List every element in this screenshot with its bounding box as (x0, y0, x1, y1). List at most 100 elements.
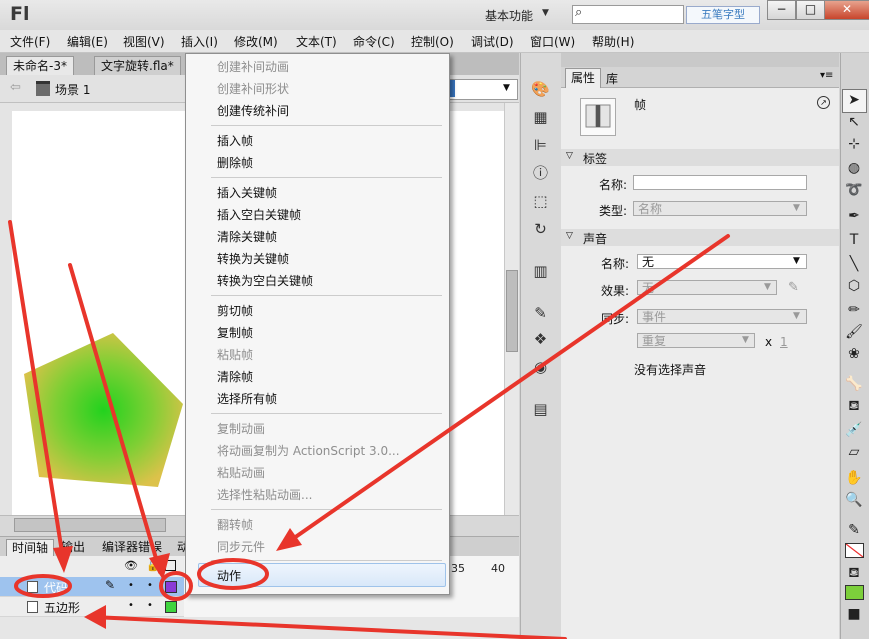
edit-pencil-icon[interactable]: ✎ (788, 280, 799, 295)
project-folder-icon[interactable]: ▤ (531, 400, 550, 419)
free-transform-tool-icon[interactable]: ⊹ (844, 134, 864, 154)
info-icon[interactable]: ⓘ (531, 164, 550, 183)
menu-item-remove-frames[interactable]: 删除帧 (217, 154, 253, 171)
tab-document-text-rotate[interactable]: 文字旋转.fla* (94, 56, 181, 76)
tab-document-untitled[interactable]: 未命名-3* (6, 56, 74, 76)
outline-icon[interactable] (165, 560, 176, 571)
brush-tool-icon[interactable]: 🖌 (844, 322, 864, 342)
help-search-input[interactable] (572, 5, 684, 24)
chevron-down-icon[interactable]: ▼ (503, 83, 510, 93)
visibility-dot[interactable]: • (128, 580, 134, 591)
back-arrow-icon[interactable]: ⇦ (10, 80, 21, 95)
layer-color-swatch[interactable] (165, 601, 177, 613)
color-palette-icon[interactable]: 🎨 (531, 80, 550, 99)
layer-row[interactable]: 五边形 • • (0, 597, 184, 616)
lasso-tool-icon[interactable]: ➰ (844, 180, 864, 200)
help-icon[interactable]: ↗ (817, 96, 830, 109)
layer-row[interactable]: 代码 ✎ • • (0, 577, 184, 596)
chevron-down-icon[interactable]: ▽ (566, 151, 573, 161)
label-type-select[interactable]: 名称 (633, 201, 807, 216)
sound-name-select[interactable]: 无 (637, 254, 807, 269)
line-tool-icon[interactable]: ╲ (844, 254, 864, 274)
library-icon[interactable]: ▥ (531, 262, 550, 281)
stage-horizontal-scroll-thumb[interactable] (14, 518, 166, 532)
subselection-tool-icon[interactable]: ↖ (844, 112, 864, 132)
layer-color-swatch[interactable] (165, 581, 177, 593)
menu-item-insert-keyframe[interactable]: 插入关键帧 (217, 184, 277, 201)
zoom-tool-icon[interactable]: 🔍 (844, 490, 864, 510)
pen-tool-icon[interactable]: ✒ (844, 206, 864, 226)
menu-item-actions[interactable]: 动作 (217, 567, 241, 584)
tab-properties[interactable]: 属性 (565, 68, 602, 88)
visibility-dot[interactable]: • (128, 600, 134, 611)
frame-name-input[interactable] (633, 175, 807, 190)
workspace-switcher[interactable]: 基本功能 (485, 7, 533, 24)
layer-name[interactable]: 代码 (44, 579, 68, 596)
chevron-down-icon[interactable]: ▼ (793, 256, 800, 266)
paint-bucket-tool-icon[interactable]: ⛾ (844, 396, 864, 416)
menu-item-copy-frames[interactable]: 复制帧 (217, 324, 253, 341)
menu-item-create-classic-tween[interactable]: 创建传统补间 (217, 102, 289, 119)
menu-item-clear-frames[interactable]: 清除帧 (217, 368, 253, 385)
tab-compiler-errors[interactable]: 编译器错误 (97, 539, 167, 557)
stroke-color-swatch[interactable] (845, 543, 864, 558)
selection-tool-icon[interactable]: ➤ (844, 90, 864, 110)
menu-text[interactable]: 文本(T) (296, 33, 337, 50)
menu-item-select-all-frames[interactable]: 选择所有帧 (217, 390, 277, 407)
lock-dot[interactable]: • (147, 600, 153, 611)
tab-library[interactable]: 库 (606, 70, 618, 87)
swap-colors-icon[interactable]: ■ (844, 604, 864, 624)
align-icon[interactable]: ⊫ (531, 136, 550, 155)
eraser-tool-icon[interactable]: ▱ (844, 442, 864, 462)
text-tool-icon[interactable]: T (844, 230, 864, 250)
menu-debug[interactable]: 调试(D) (471, 33, 514, 50)
eye-icon[interactable]: 👁 (124, 559, 138, 572)
menu-item-convert-to-blank-keyframe[interactable]: 转换为空白关键帧 (217, 272, 313, 289)
pencil-tool-icon[interactable]: ✏ (844, 300, 864, 320)
history-icon[interactable]: ↻ (531, 220, 550, 239)
menu-view[interactable]: 视图(V) (123, 33, 165, 50)
menu-modify[interactable]: 修改(M) (234, 33, 278, 50)
repeat-count-value[interactable]: 1 (780, 335, 788, 349)
menu-item-insert-blank-keyframe[interactable]: 插入空白关键帧 (217, 206, 301, 223)
sync-select[interactable]: 事件 (637, 309, 807, 324)
menu-item-insert-frame[interactable]: 插入帧 (217, 132, 253, 149)
menu-window[interactable]: 窗口(W) (530, 33, 575, 50)
lock-icon[interactable]: 🔒 (146, 559, 160, 572)
deco-tool-icon[interactable]: ❀ (844, 344, 864, 364)
menu-help[interactable]: 帮助(H) (592, 33, 634, 50)
stage-vertical-scroll-thumb[interactable] (506, 270, 518, 352)
fill-color-icon[interactable]: ⛾ (844, 563, 864, 583)
menu-control[interactable]: 控制(O) (411, 33, 454, 50)
chevron-down-icon[interactable]: ▼ (542, 8, 549, 18)
tab-output[interactable]: 输出 (56, 539, 90, 557)
swatches-grid-icon[interactable]: ▦ (531, 108, 550, 127)
effect-select[interactable]: 无 (637, 280, 777, 295)
stroke-color-icon[interactable]: ✎ (844, 520, 864, 540)
menu-item-cut-frames[interactable]: 剪切帧 (217, 302, 253, 319)
minimize-button[interactable]: − (767, 0, 796, 20)
components-icon[interactable]: ❖ (531, 330, 550, 349)
layer-name[interactable]: 五边形 (44, 599, 80, 616)
code-snippets-icon[interactable]: ✎ (531, 304, 550, 323)
menu-edit[interactable]: 编辑(E) (67, 33, 108, 50)
menu-file[interactable]: 文件(F) (10, 33, 50, 50)
fill-color-swatch[interactable] (845, 585, 864, 600)
menu-item-convert-to-keyframe[interactable]: 转换为关键帧 (217, 250, 289, 267)
close-button[interactable]: ✕ (824, 0, 869, 20)
repeat-select[interactable]: 重复 (637, 333, 755, 348)
bone-tool-icon[interactable]: 🦴 (844, 374, 864, 394)
eyedropper-tool-icon[interactable]: 💉 (844, 420, 864, 440)
menu-commands[interactable]: 命令(C) (353, 33, 395, 50)
chevron-down-icon[interactable]: ▽ (566, 231, 573, 241)
panel-menu-icon[interactable]: ▾≡ (820, 70, 833, 81)
3d-rotation-tool-icon[interactable]: ◍ (844, 158, 864, 178)
lock-dot[interactable]: • (147, 580, 153, 591)
polygon-tool-icon[interactable]: ⬡ (844, 276, 864, 296)
motion-presets-icon[interactable]: ◉ (531, 358, 550, 377)
transform-icon[interactable]: ⬚ (531, 192, 550, 211)
menu-item-clear-keyframe[interactable]: 清除关键帧 (217, 228, 277, 245)
menu-insert[interactable]: 插入(I) (181, 33, 218, 50)
maximize-button[interactable]: □ (796, 0, 825, 20)
hand-tool-icon[interactable]: ✋ (844, 468, 864, 488)
